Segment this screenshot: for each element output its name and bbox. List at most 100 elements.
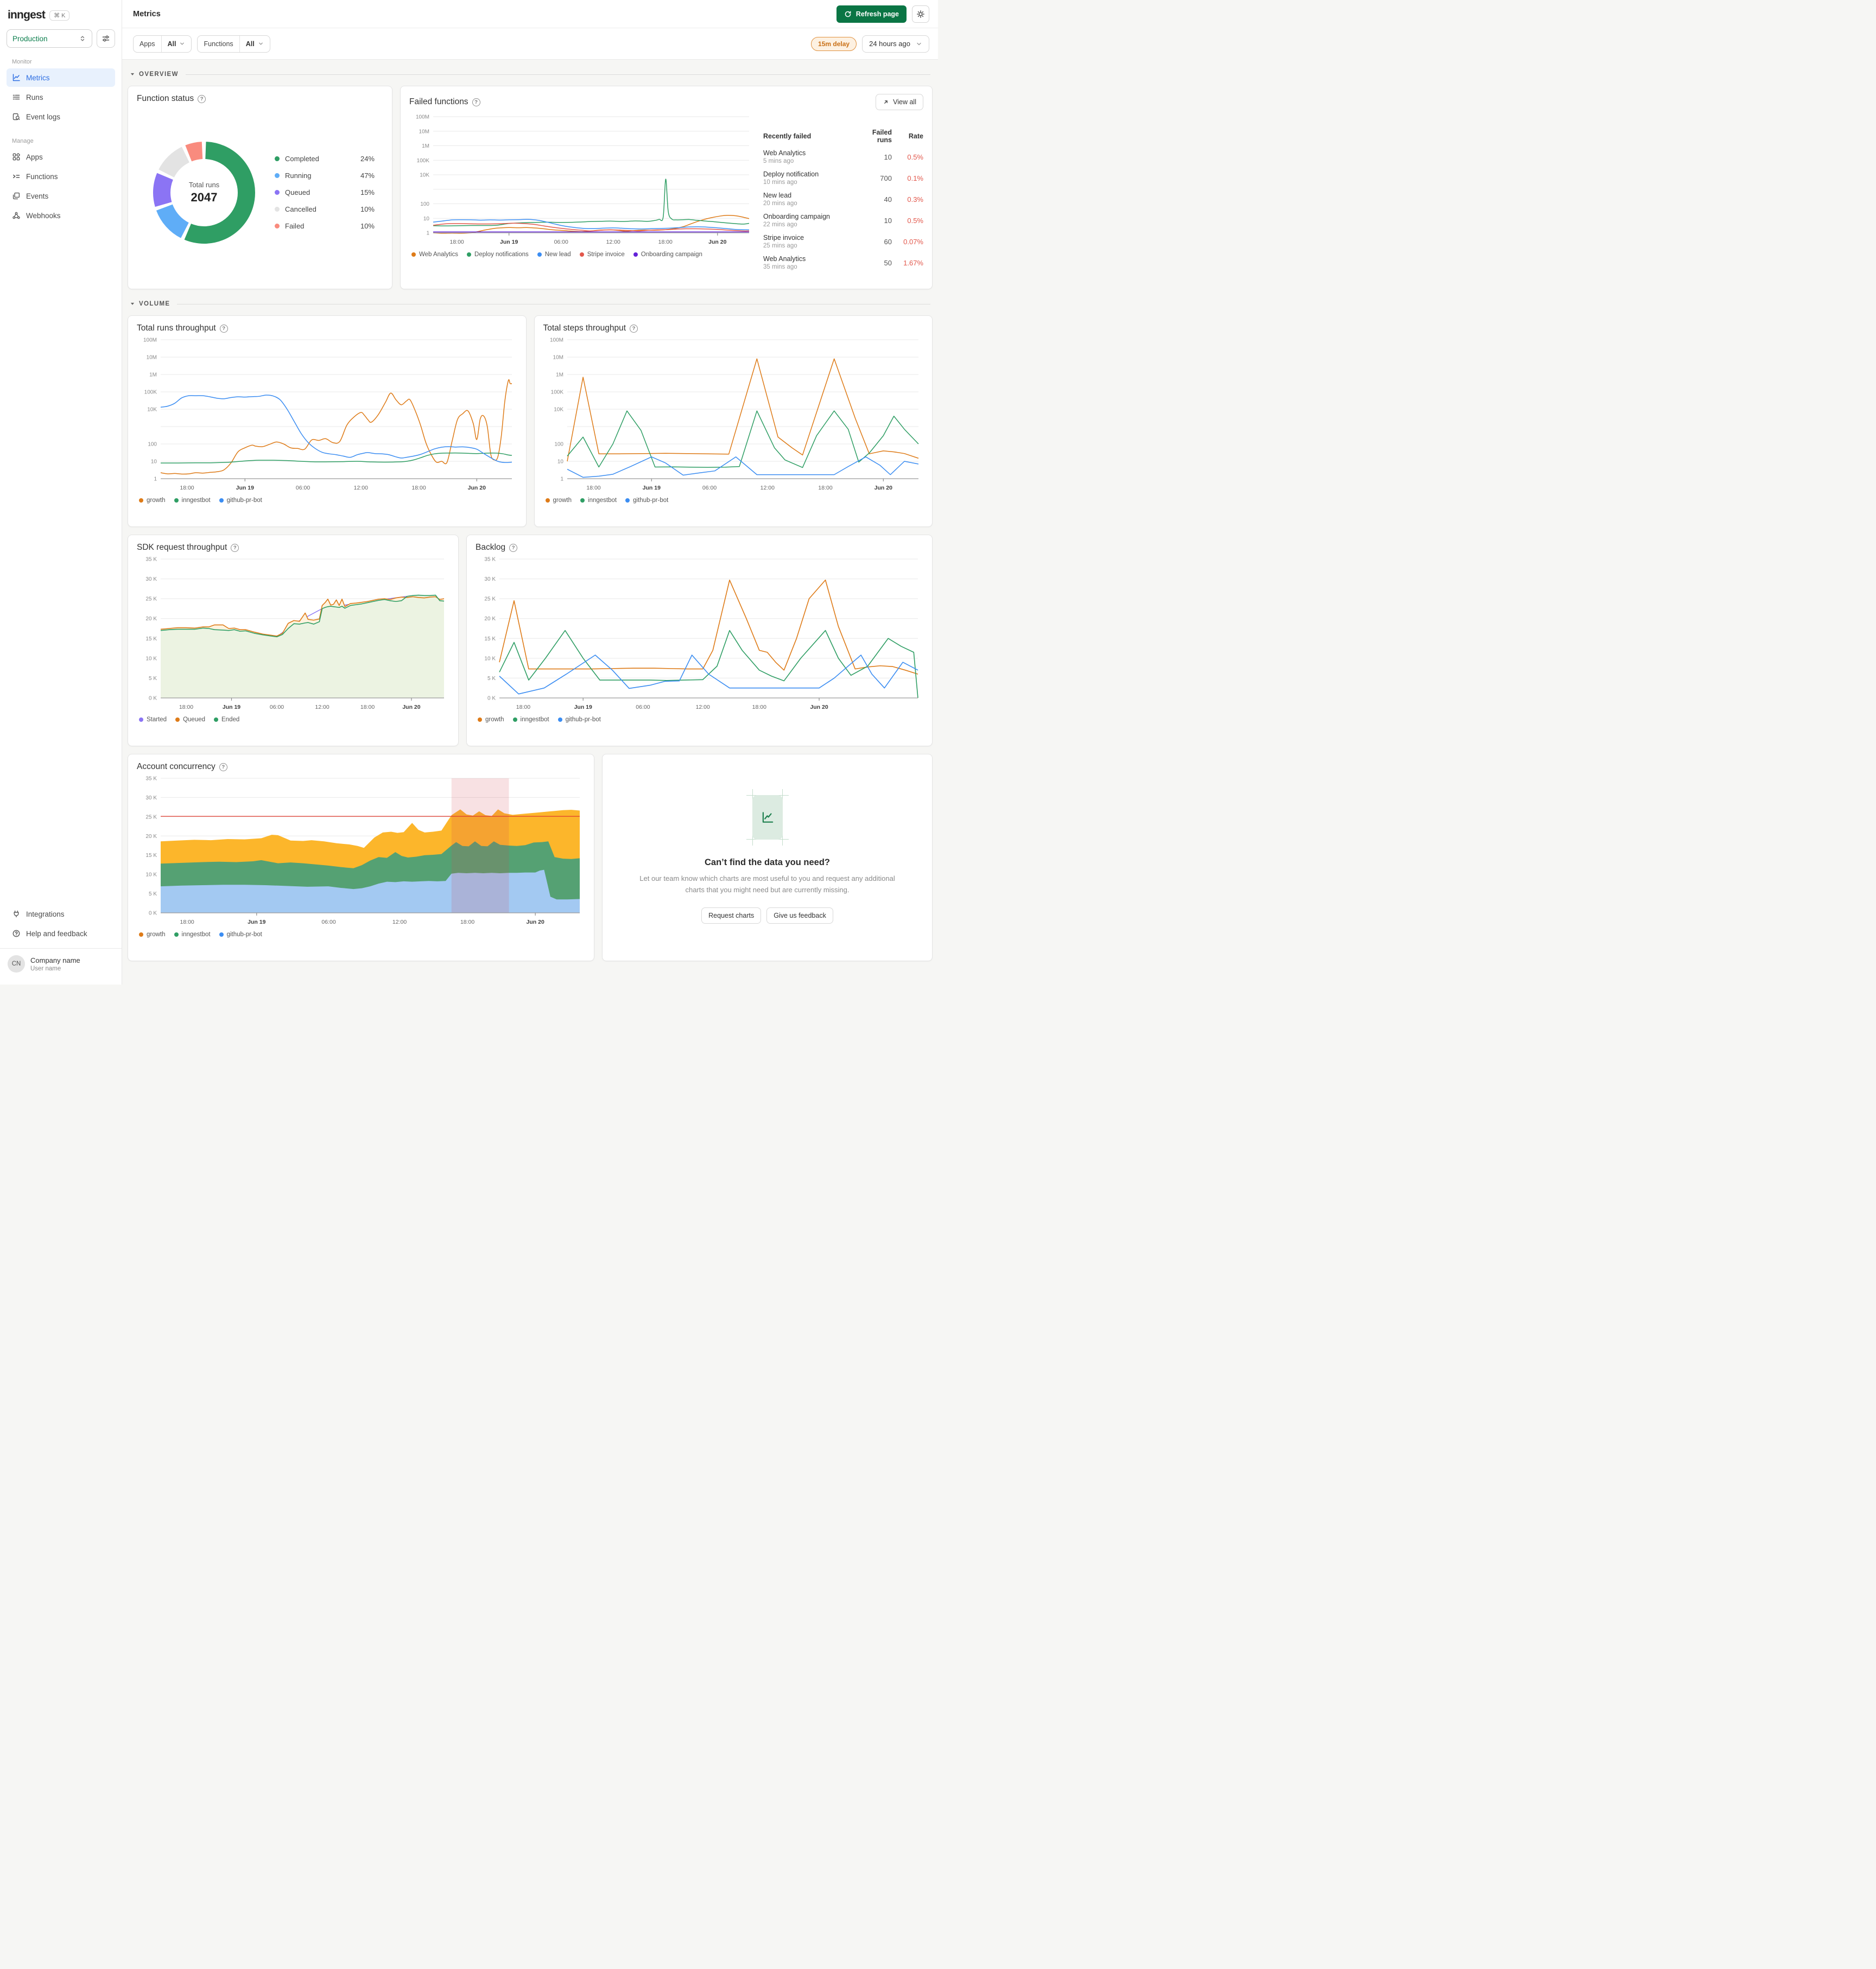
failed-functions-chart[interactable]: 100M 10M 1M 100K 10K 100 10 1 18:00 Jun 19 06:00 12… xyxy=(409,111,755,247)
failure-rate: 0.3% xyxy=(907,195,923,204)
sidebar-item-functions[interactable]: Functions xyxy=(7,167,115,186)
failure-rate: 0.1% xyxy=(907,174,923,182)
help-icon[interactable]: ? xyxy=(219,763,227,771)
svg-text:20 K: 20 K xyxy=(484,616,496,622)
function-name[interactable]: New lead xyxy=(763,192,856,199)
legend-dot xyxy=(545,498,550,503)
sidebar-item-webhooks[interactable]: Webhooks xyxy=(7,206,115,225)
function-status-donut[interactable]: Total runs 2047 xyxy=(152,141,256,245)
account-concurrency-chart[interactable]: 35 K 30 K 25 K 20 K 15 K 10 K 5 K 0 K 18:00 Jun 1… xyxy=(137,773,585,927)
environment-select[interactable]: Production xyxy=(7,29,92,48)
legend-item-inngestbot[interactable]: inngestbot xyxy=(512,716,549,723)
request-charts-button[interactable]: Request charts xyxy=(701,907,762,924)
legend-item-growth[interactable]: growth xyxy=(139,497,166,504)
time-range-select[interactable]: 24 hours ago xyxy=(862,35,929,53)
legend-item-github-pr-bot[interactable]: github-pr-bot xyxy=(219,497,262,504)
table-row[interactable]: New lead 20 mins ago 40 0.3% xyxy=(763,192,923,207)
legend-item-web-analytics[interactable]: Web Analytics xyxy=(411,251,458,258)
svg-text:100M: 100M xyxy=(143,338,157,344)
sidebar-item-apps[interactable]: Apps xyxy=(7,148,115,166)
legend-item-deploy-notifications[interactable]: Deploy notifications xyxy=(467,251,529,258)
svg-text:Jun 20: Jun 20 xyxy=(468,485,486,491)
total-runs-chart-legend: growth inngestbot github-pr-bot xyxy=(137,493,517,508)
sdk-request-chart[interactable]: 35 K 30 K 25 K 20 K 15 K 10 K 5 K 0 K 18:00 Jun 1… xyxy=(137,554,449,712)
legend-item-github-pr-bot[interactable]: github-pr-bot xyxy=(557,716,601,723)
function-name[interactable]: Web Analytics xyxy=(763,255,856,263)
legend-item-github-pr-bot[interactable]: github-pr-bot xyxy=(625,497,668,504)
command-k-shortcut[interactable]: ⌘ K xyxy=(49,10,70,21)
sidebar-item-event-logs[interactable]: Event logs xyxy=(7,107,115,126)
svg-text:10: 10 xyxy=(557,459,563,465)
function-name[interactable]: Deploy notification xyxy=(763,170,856,178)
function-name[interactable]: Stripe invoice xyxy=(763,234,856,242)
svg-text:18:00: 18:00 xyxy=(360,704,375,710)
function-name[interactable]: Onboarding campaign xyxy=(763,213,856,220)
legend-item-failed[interactable]: Failed 10% xyxy=(275,220,375,232)
backlog-chart[interactable]: 35 K 30 K 25 K 20 K 15 K 10 K 5 K 0 K 18:00 Jun 1… xyxy=(476,554,923,712)
legend-item-growth[interactable]: growth xyxy=(139,931,166,938)
runs-list-icon xyxy=(12,94,20,100)
help-icon[interactable]: ? xyxy=(630,324,638,333)
apps-grid-icon xyxy=(12,153,20,161)
legend-item-queued[interactable]: Queued 15% xyxy=(275,187,375,199)
give-feedback-button[interactable]: Give us feedback xyxy=(766,907,833,924)
table-row[interactable]: Web Analytics 5 mins ago 10 0.5% xyxy=(763,149,923,164)
svg-text:18:00: 18:00 xyxy=(586,485,600,491)
legend-item-started[interactable]: Started xyxy=(139,716,167,723)
help-icon[interactable]: ? xyxy=(219,324,228,333)
table-row[interactable]: Stripe invoice 25 mins ago 60 0.07% xyxy=(763,234,923,249)
legend-value: 10% xyxy=(360,205,375,213)
total-steps-throughput-card: Total steps throughput ? 100M 10M 1M 100K 10… xyxy=(534,315,933,527)
sidebar-item-help-and-feedback[interactable]: Help and feedback xyxy=(7,924,115,943)
legend-item-new-lead[interactable]: New lead xyxy=(537,251,571,258)
view-all-button[interactable]: View all xyxy=(876,94,923,110)
legend-item-running[interactable]: Running 47% xyxy=(275,170,375,182)
refresh-icon xyxy=(845,11,851,17)
card-title: Total runs throughput xyxy=(137,323,216,333)
table-row[interactable]: Onboarding campaign 22 mins ago 10 0.5% xyxy=(763,213,923,228)
legend-dot xyxy=(275,156,280,161)
account-profile[interactable]: CN Company name User name xyxy=(0,948,122,980)
settings-button[interactable] xyxy=(912,5,929,23)
svg-text:18:00: 18:00 xyxy=(752,704,766,710)
legend-item-stripe-invoice[interactable]: Stripe invoice xyxy=(579,251,625,258)
table-row[interactable]: Deploy notification 10 mins ago 700 0.1% xyxy=(763,170,923,186)
legend-item-cancelled[interactable]: Cancelled 10% xyxy=(275,204,375,215)
help-icon[interactable]: ? xyxy=(198,94,206,103)
legend-item-inngestbot[interactable]: inngestbot xyxy=(174,931,211,938)
sidebar-item-metrics[interactable]: Metrics xyxy=(7,68,115,87)
function-name[interactable]: Web Analytics xyxy=(763,149,856,157)
functions-filter[interactable]: Functions All xyxy=(197,35,270,53)
legend-item-queued[interactable]: Queued xyxy=(175,716,205,723)
legend-item-ended[interactable]: Ended xyxy=(214,716,239,723)
svg-text:18:00: 18:00 xyxy=(658,239,673,245)
table-row[interactable]: Web Analytics 35 mins ago 50 1.67% xyxy=(763,255,923,270)
legend-item-inngestbot[interactable]: inngestbot xyxy=(580,497,617,504)
total-runs-chart[interactable]: 100M 10M 1M 100K 10K 100 10 1 18:00 Jun 19 06:00 12… xyxy=(137,334,517,493)
legend-item-completed[interactable]: Completed 24% xyxy=(275,153,375,165)
sidebar-item-runs[interactable]: Runs xyxy=(7,88,115,106)
svg-text:20 K: 20 K xyxy=(145,834,157,840)
legend-item-growth[interactable]: growth xyxy=(478,716,504,723)
legend-item-inngestbot[interactable]: inngestbot xyxy=(174,497,211,504)
sdk-request-throughput-card: SDK request throughput ? 35 K 30 K 25 K 20 … xyxy=(128,535,459,746)
legend-item-growth[interactable]: growth xyxy=(545,497,572,504)
refresh-page-button[interactable]: Refresh page xyxy=(836,5,907,23)
volume-section-header[interactable]: Volume xyxy=(130,297,930,311)
help-icon[interactable]: ? xyxy=(472,98,480,106)
total-steps-chart[interactable]: 100M 10M 1M 100K 10K 100 10 1 18:00 Jun 19 06:00 12… xyxy=(543,334,924,493)
function-status-legend: Completed 24% Running 47% Queued 15% Cancelled… xyxy=(256,153,380,232)
env-filter-button[interactable] xyxy=(97,29,115,48)
svg-text:12:00: 12:00 xyxy=(392,919,407,925)
apps-filter[interactable]: Apps All xyxy=(133,35,192,53)
overview-section-header[interactable]: Overview xyxy=(130,67,930,81)
legend-item-github-pr-bot[interactable]: github-pr-bot xyxy=(219,931,262,938)
svg-text:12:00: 12:00 xyxy=(606,239,620,245)
sidebar-item-integrations[interactable]: Integrations xyxy=(7,905,115,923)
help-icon[interactable]: ? xyxy=(509,543,518,552)
legend-item-onboarding-campaign[interactable]: Onboarding campaign xyxy=(633,251,702,258)
sidebar-item-events[interactable]: Events xyxy=(7,187,115,205)
legend-dot xyxy=(512,717,517,722)
donut-center-label: Total runs xyxy=(188,180,220,189)
help-icon[interactable]: ? xyxy=(231,543,239,552)
